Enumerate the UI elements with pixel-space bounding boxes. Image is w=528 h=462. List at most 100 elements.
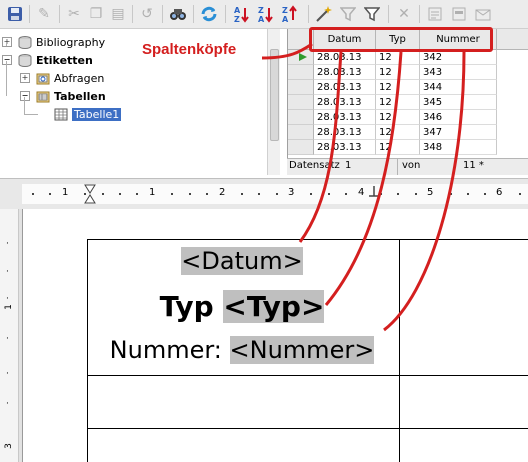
grid-cell[interactable]: 347: [420, 125, 497, 140]
sort-descending-icon[interactable]: ZA: [254, 3, 276, 25]
typ-label: Typ: [159, 290, 214, 323]
autofilter-icon[interactable]: [313, 3, 335, 25]
grid-cell[interactable]: 344: [420, 80, 497, 95]
typ-field[interactable]: <Typ>: [223, 290, 325, 323]
row-header[interactable]: [288, 140, 314, 155]
tree-item-label: Etiketten: [36, 53, 93, 67]
of-label: von: [402, 160, 421, 171]
tree-item-label: Bibliography: [36, 35, 106, 49]
grid-cell[interactable]: 28.03.13: [314, 80, 376, 95]
queries-icon: [36, 73, 50, 84]
tree-item-bibliography[interactable]: + Bibliography: [2, 33, 105, 51]
expand-icon[interactable]: +: [20, 73, 30, 83]
tree-item-etiketten[interactable]: − Etiketten: [2, 51, 93, 69]
svg-text:Z: Z: [258, 6, 264, 15]
standard-filter-icon[interactable]: [337, 3, 359, 25]
svg-text:A: A: [234, 6, 241, 15]
svg-text:A: A: [258, 15, 265, 23]
vertical-ruler[interactable]: · · · 1 · · · 3: [0, 209, 19, 462]
database-icon: [18, 35, 32, 49]
tree-item-tabellen[interactable]: − Tabellen: [20, 87, 106, 105]
row-header[interactable]: [288, 95, 314, 110]
nummer-field[interactable]: <Nummer>: [229, 336, 375, 364]
mail-merge-icon[interactable]: [472, 3, 494, 25]
record-number[interactable]: 1: [345, 160, 351, 171]
tree-item-label: Tabelle1: [72, 107, 122, 121]
grid-cell[interactable]: 12: [376, 95, 420, 110]
tab-stop-marker[interactable]: [368, 185, 380, 203]
ruler-number: 1: [149, 187, 156, 198]
grid-cell[interactable]: 28.03.13: [314, 125, 376, 140]
svg-text:A: A: [282, 15, 289, 23]
datum-field[interactable]: <Datum>: [181, 247, 303, 275]
refresh-icon[interactable]: [198, 3, 220, 25]
ruler-number: 1: [62, 187, 69, 198]
tree-item-label: Abfragen: [54, 71, 105, 85]
save-icon[interactable]: [4, 3, 26, 25]
grid-cell[interactable]: 28.03.13: [314, 50, 376, 65]
label-line-nummer: Nummer: <Nummer>: [86, 336, 398, 364]
ruler-number: 4: [358, 187, 365, 198]
grid-cell[interactable]: 12: [376, 125, 420, 140]
expand-icon[interactable]: +: [2, 37, 12, 47]
collapse-icon[interactable]: −: [2, 55, 12, 65]
data-to-fields-icon[interactable]: [448, 3, 470, 25]
svg-text:Z: Z: [282, 6, 288, 15]
row-header[interactable]: [288, 125, 314, 140]
tree-item-label: Tabellen: [54, 89, 106, 103]
record-navigation: Datensatz 1 von 11 *: [287, 158, 528, 175]
table-border: [399, 239, 400, 462]
grid-cell[interactable]: 345: [420, 95, 497, 110]
table-border: [87, 428, 528, 429]
grid-cell[interactable]: 28.03.13: [314, 110, 376, 125]
column-headers-highlight: [309, 27, 493, 52]
ruler-number: 6: [496, 187, 503, 198]
grid-cell[interactable]: 346: [420, 110, 497, 125]
table-border: [87, 375, 528, 376]
tree-item-tabelle1[interactable]: Tabelle1: [38, 105, 122, 123]
tree-item-abfragen[interactable]: + Abfragen: [20, 69, 104, 87]
grid-cell[interactable]: 28.03.13: [314, 95, 376, 110]
collapse-icon[interactable]: −: [20, 91, 30, 101]
nummer-label: Nummer:: [109, 336, 222, 364]
paste-icon[interactable]: ▤: [107, 3, 129, 25]
sort-ascending-icon[interactable]: AZ: [230, 3, 252, 25]
row-header[interactable]: [288, 50, 314, 65]
horizontal-ruler[interactable]: 1 1 2 3 4 5 6: [22, 184, 528, 204]
database-icon: [18, 53, 32, 67]
annotation-label: Spaltenköpfe: [140, 41, 239, 58]
grid-cell[interactable]: 12: [376, 50, 420, 65]
grid-cell[interactable]: 12: [376, 80, 420, 95]
find-icon[interactable]: [167, 3, 189, 25]
tree-scrollbar[interactable]: [267, 29, 280, 175]
grid-cell[interactable]: 12: [376, 110, 420, 125]
grid-cell[interactable]: 28.03.13: [314, 65, 376, 80]
row-header[interactable]: [288, 65, 314, 80]
ruler-number: 5: [427, 187, 434, 198]
edit-icon[interactable]: ✎: [33, 3, 55, 25]
remove-filter-icon[interactable]: ✕: [393, 3, 415, 25]
ruler-number: 3: [288, 187, 295, 198]
grid-cell[interactable]: 343: [420, 65, 497, 80]
current-record-icon: [299, 53, 307, 61]
svg-text:Z: Z: [234, 15, 240, 23]
table-icon: [54, 108, 68, 120]
grid-cell[interactable]: 348: [420, 140, 497, 155]
data-to-text-icon[interactable]: [424, 3, 446, 25]
grid-cell[interactable]: 12: [376, 140, 420, 155]
grid-cell[interactable]: 342: [420, 50, 497, 65]
row-header[interactable]: [288, 110, 314, 125]
label-line-datum: <Datum>: [86, 247, 398, 275]
ruler-number: 2: [219, 187, 226, 198]
cut-icon[interactable]: ✂: [63, 3, 85, 25]
sort-icon[interactable]: ZA: [278, 3, 300, 25]
record-label: Datensatz: [289, 160, 340, 171]
record-total: 11 *: [463, 160, 484, 171]
filter-icon[interactable]: [361, 3, 383, 25]
grid-cell[interactable]: 28.03.13: [314, 140, 376, 155]
row-header[interactable]: [288, 80, 314, 95]
copy-icon[interactable]: ❐: [85, 3, 107, 25]
label-line-typ: Typ <Typ>: [86, 290, 398, 323]
grid-cell[interactable]: 12: [376, 65, 420, 80]
undo-icon[interactable]: ↺: [136, 3, 158, 25]
